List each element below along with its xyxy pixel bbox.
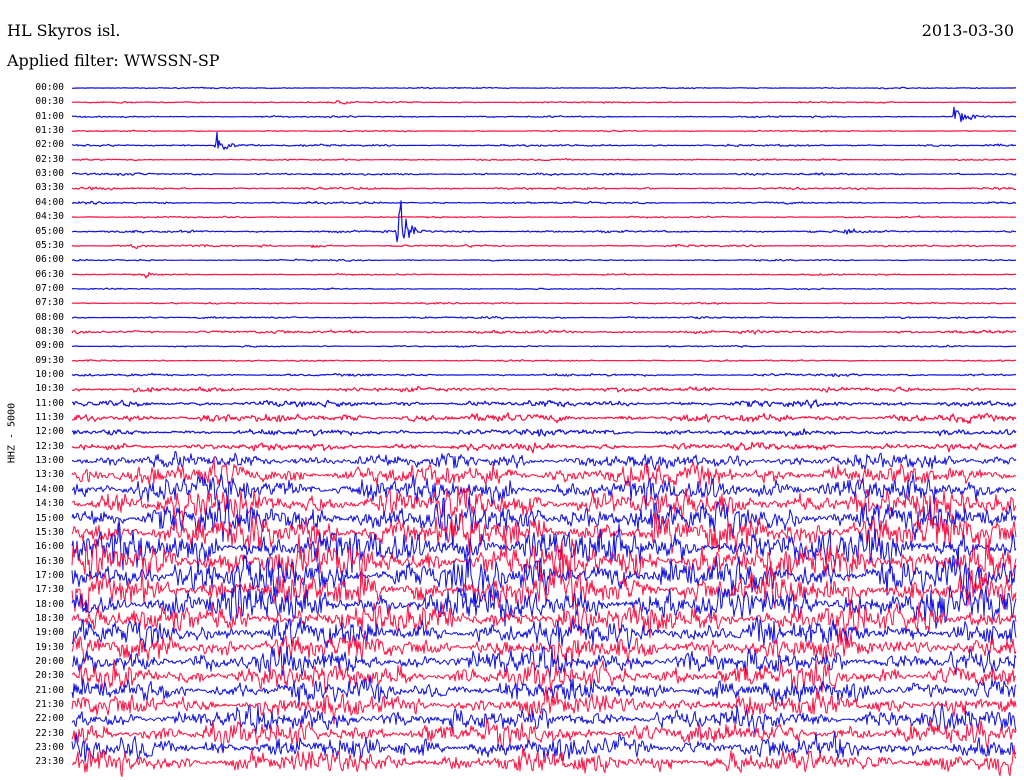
- trace-04-00: [71, 200, 1017, 205]
- trace-05-30: [71, 243, 1017, 250]
- trace-02-00: [71, 131, 1017, 150]
- trace-07-30: [71, 301, 1017, 305]
- trace-01-00: [72, 106, 1017, 123]
- trace-06-00: [71, 258, 1017, 262]
- trace-03-00: [71, 172, 1017, 177]
- trace-05-00: [71, 200, 1017, 243]
- trace-17-00: [71, 547, 1017, 607]
- trace-04-30: [71, 215, 1017, 219]
- seismogram-plot: [71, 86, 1017, 778]
- trace-11-00: [71, 399, 1017, 409]
- trace-02-30: [71, 158, 1017, 162]
- trace-00-30: [71, 100, 1017, 105]
- trace-11-30: [71, 412, 1017, 424]
- trace-23-30: [71, 745, 1017, 778]
- trace-07-00: [71, 287, 1017, 291]
- trace-20-30: [71, 659, 1017, 694]
- trace-23-00: [71, 731, 1017, 763]
- trace-01-30: [72, 129, 1017, 133]
- trace-09-00: [71, 344, 1017, 348]
- trace-08-00: [71, 315, 1017, 320]
- trace-06-30: [71, 272, 1017, 279]
- trace-08-30: [71, 329, 1017, 335]
- trace-10-00: [71, 372, 1017, 378]
- trace-12-00: [71, 428, 1017, 437]
- trace-03-30: [71, 186, 1017, 191]
- trace-09-30: [71, 359, 1017, 363]
- trace-12-30: [71, 441, 1017, 454]
- trace-10-30: [71, 385, 1017, 393]
- trace-00-00: [71, 86, 1017, 90]
- trace-20-00: [71, 646, 1017, 678]
